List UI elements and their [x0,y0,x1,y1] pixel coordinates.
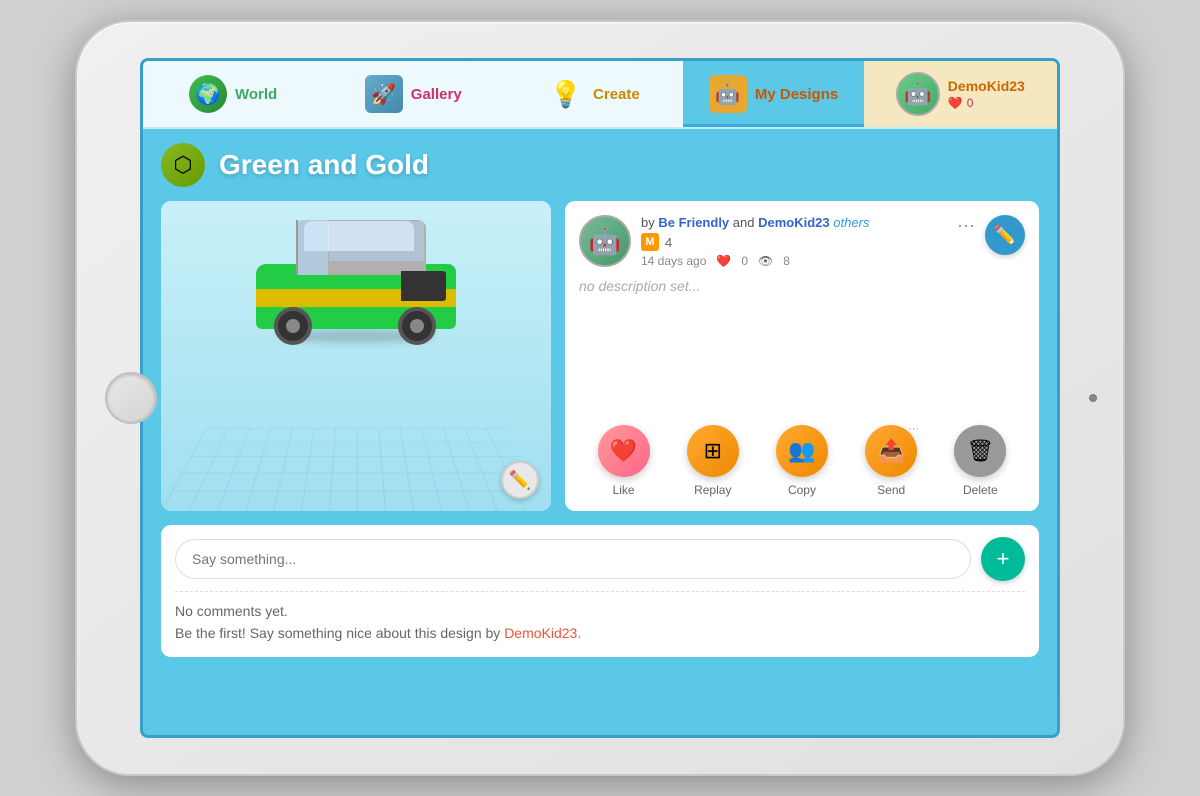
gallery-icon: 🚀 [365,75,403,113]
tablet-frame: 🌍 World 🚀 Gallery 💡 Create 🤖 My Designs … [75,20,1125,776]
page-header: ⬡ Green and Gold [161,143,1039,187]
car-side-window [329,221,424,261]
heart-icon-meta: ❤️ [716,254,731,268]
nav-world-label: World [235,86,277,103]
by-prefix: by [641,215,655,230]
badge-row: M 4 [641,233,947,251]
page-title: Green and Gold [219,149,429,181]
nav-bar: 🌍 World 🚀 Gallery 💡 Create 🤖 My Designs … [143,61,1057,129]
comment-section: + No comments yet. Be the first! Say som… [161,525,1039,657]
author2-name[interactable]: DemoKid23 [758,215,830,230]
username-label: DemoKid23 [948,78,1025,94]
badge-m: M [641,233,659,251]
copy-icon: 👥 [776,425,828,477]
replay-label: Replay [694,483,731,497]
nav-mydesigns-label: My Designs [755,86,838,103]
replay-icon: ⊞ [687,425,739,477]
header-icon: ⬡ [161,143,205,187]
preview-panel: ✏️ [161,201,551,511]
tablet-screen: 🌍 World 🚀 Gallery 💡 Create 🤖 My Designs … [140,58,1060,738]
nav-user[interactable]: 🤖 DemoKid23 ❤️ 0 [864,61,1057,127]
comment-divider [175,591,1025,592]
others-link[interactable]: others [833,215,869,230]
hearts-count: 0 [967,96,974,110]
no-comments-text: No comments yet. Be the first! Say somet… [175,600,1025,645]
car-3d [256,231,456,351]
description-text: no description set... [579,278,1025,405]
camera [1089,394,1097,402]
comment-input-row: + [175,537,1025,581]
comment-submit-button[interactable]: + [981,537,1025,581]
nav-gallery-label: Gallery [411,86,462,103]
badge-number: 4 [665,235,672,250]
send-icon: ··· 📤 [865,425,917,477]
replay-action[interactable]: ⊞ Replay [687,425,739,497]
likes-count: 0 [741,254,748,268]
send-more-dots: ··· [908,423,919,435]
create-icon: 💡 [547,75,585,113]
user-info: DemoKid23 ❤️ 0 [948,78,1025,110]
user-hearts-row: ❤️ 0 [948,96,1025,110]
time-ago: 14 days ago [641,254,706,268]
no-comments-line2: Be the first! Say something nice about t… [175,625,500,641]
delete-icon: 🗑 [954,425,1006,477]
like-icon: ❤️ [598,425,650,477]
delete-action[interactable]: 🗑 Delete [954,425,1006,497]
mydesigns-icon: 🤖 [709,75,747,113]
like-action[interactable]: ❤️ Like [598,425,650,497]
edit-button-round[interactable]: ✏️ [985,215,1025,255]
nav-mydesigns[interactable]: 🤖 My Designs [683,61,863,127]
grid-floor [161,429,551,511]
send-label: Send [877,483,905,497]
edit-pencil-button[interactable]: ✏️ [501,461,539,499]
world-icon: 🌍 [189,75,227,113]
copy-label: Copy [788,483,816,497]
views-count: 8 [783,254,790,268]
nav-gallery[interactable]: 🚀 Gallery [323,61,503,127]
nav-world[interactable]: 🌍 World [143,61,323,127]
author-line: by Be Friendly and DemoKid23 others [641,215,947,230]
content-row: ✏️ 🤖 by Be Friendly and DemoKid23 other [161,201,1039,511]
send-action[interactable]: ··· 📤 Send [865,425,917,497]
author-info: by Be Friendly and DemoKid23 others M 4 [641,215,947,268]
car-windshield [296,220,328,275]
like-label: Like [613,483,635,497]
author-avatar: 🤖 [579,215,631,267]
wheel-left [274,307,312,345]
wheel-right [398,307,436,345]
and-text: and [733,215,755,230]
nav-create[interactable]: 💡 Create [503,61,683,127]
user-avatar: 🤖 [896,72,940,116]
car-body [256,231,456,351]
no-comments-author[interactable]: DemoKid23. [504,625,581,641]
home-button[interactable] [105,372,157,424]
info-panel: 🤖 by Be Friendly and DemoKid23 others M [565,201,1039,511]
delete-label: Delete [963,483,998,497]
author1-name[interactable]: Be Friendly [658,215,729,230]
info-header: 🤖 by Be Friendly and DemoKid23 others M [579,215,1025,268]
comment-input[interactable] [175,539,971,579]
no-comments-line1: No comments yet. [175,603,288,619]
nav-create-label: Create [593,86,640,103]
action-row: ❤️ Like ⊞ Replay 👥 [579,417,1025,497]
main-content: ⬡ Green and Gold [143,129,1057,671]
eye-icon: 👁 [758,254,773,268]
more-button[interactable]: ··· [957,215,975,236]
copy-action[interactable]: 👥 Copy [776,425,828,497]
car-trunk [401,271,446,301]
heart-icon: ❤️ [948,96,963,110]
meta-row: 14 days ago ❤️ 0 👁 8 [641,254,947,268]
submit-plus-icon: + [997,546,1010,572]
